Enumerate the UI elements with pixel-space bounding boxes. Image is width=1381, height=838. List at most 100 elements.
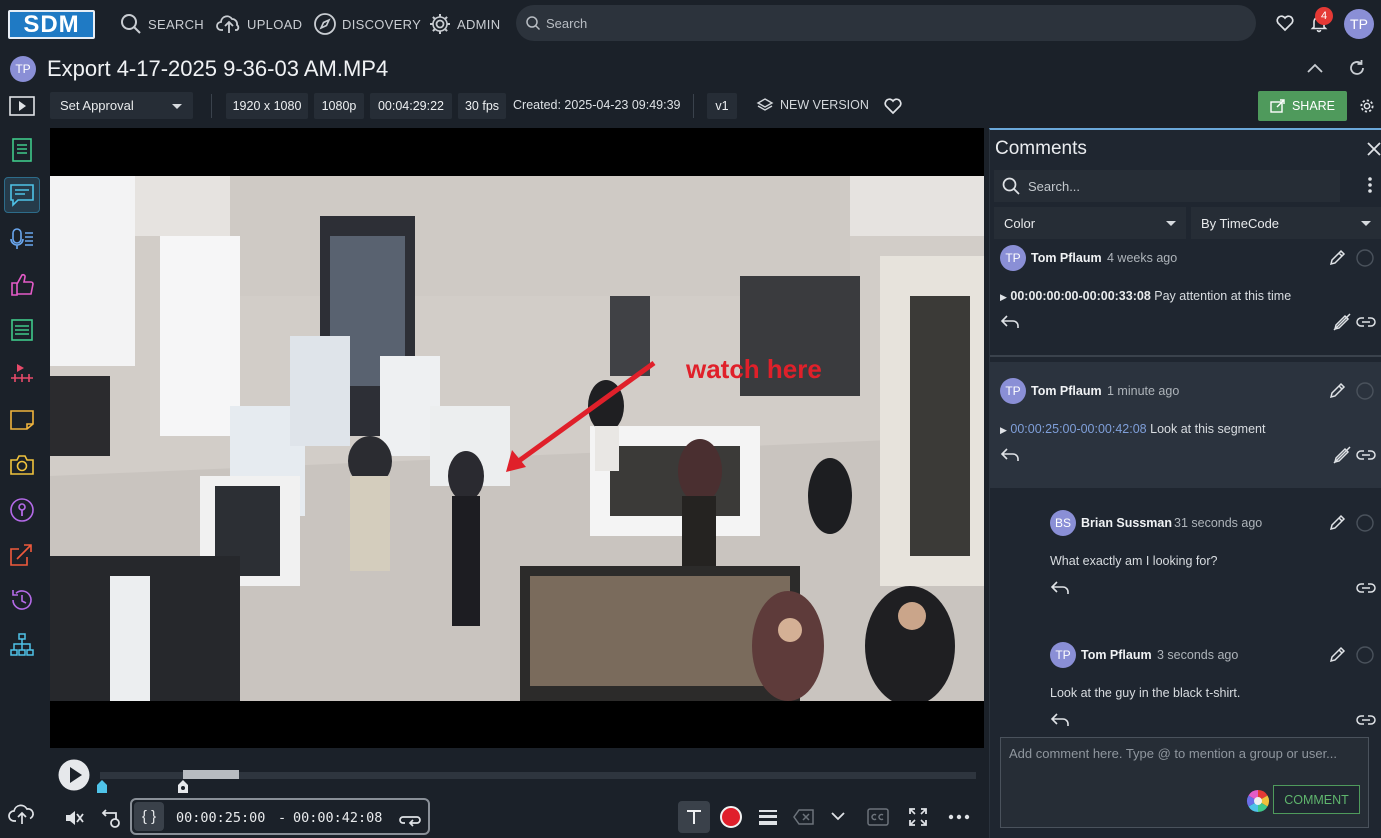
comment-time: 31 seconds ago — [1174, 516, 1263, 530]
global-search — [516, 5, 1256, 41]
video-frame[interactable]: watch here — [50, 176, 984, 701]
nav-search[interactable]: SEARCH — [119, 11, 204, 37]
playhead-marker[interactable] — [96, 780, 108, 794]
selected-range[interactable] — [183, 770, 239, 779]
sdm-logo[interactable]: SDM — [8, 10, 95, 39]
sort-select[interactable]: By TimeCode — [1191, 207, 1381, 239]
sidebar-approval[interactable] — [4, 267, 40, 303]
divider — [693, 94, 694, 118]
sidebar-hierarchy[interactable] — [4, 627, 40, 663]
sidebar-history[interactable] — [4, 582, 40, 618]
comment-text: What exactly am I looking for? — [1050, 554, 1218, 568]
edit-pencil-icon[interactable] — [1328, 514, 1346, 532]
select-circle[interactable] — [1356, 382, 1374, 400]
nav-admin[interactable]: ADMIN — [428, 11, 500, 37]
select-circle[interactable] — [1356, 249, 1374, 267]
stroke-width-icon[interactable] — [757, 808, 779, 826]
caret-down-icon — [1361, 221, 1371, 226]
color-picker-red-icon[interactable] — [719, 805, 743, 829]
heart-icon[interactable] — [1275, 13, 1295, 33]
link-icon[interactable] — [1356, 712, 1376, 728]
gear-icon — [430, 14, 450, 34]
sidebar-markers[interactable] — [4, 357, 40, 393]
comment-input[interactable] — [1009, 746, 1361, 790]
captions-icon[interactable] — [867, 808, 889, 826]
user-avatar[interactable]: TP — [1344, 9, 1374, 39]
edit-pencil-icon[interactable] — [1328, 249, 1346, 267]
loop-icon[interactable] — [399, 808, 421, 828]
link-icon[interactable] — [1356, 447, 1376, 463]
reply-item: BS Brian Sussman 31 seconds ago What exa… — [990, 502, 1381, 612]
link-icon[interactable] — [1356, 314, 1376, 330]
share-button[interactable]: SHARE — [1258, 91, 1347, 121]
version-chip[interactable]: v1 — [707, 93, 737, 119]
nav-upload[interactable]: UPLOAD — [216, 11, 302, 37]
sidebar-security[interactable] — [4, 492, 40, 528]
approval-select[interactable]: Set Approval — [50, 92, 193, 119]
approval-value: Set Approval — [60, 98, 134, 113]
annotation-hide-icon[interactable] — [1332, 312, 1352, 332]
chevron-up-icon[interactable] — [1305, 60, 1325, 76]
comment-timecode[interactable]: 00:00:00:00-00:00:33:08 — [1010, 289, 1150, 303]
reply-icon[interactable] — [1000, 447, 1020, 463]
divider — [990, 355, 1381, 357]
loop-settings-icon[interactable] — [100, 807, 122, 829]
sidebar-comments[interactable] — [4, 177, 40, 213]
list-icon — [11, 319, 33, 341]
camera-icon — [10, 455, 34, 475]
more-options-icon[interactable] — [948, 814, 970, 820]
edit-pencil-icon[interactable] — [1328, 646, 1346, 664]
refresh-icon[interactable] — [1347, 58, 1367, 78]
sidebar-details[interactable] — [4, 132, 40, 168]
comment-item: TP Tom Pflaum 4 weeks ago ▶ 00:00:00:00-… — [990, 243, 1381, 355]
duration-chip: 00:04:29:22 — [370, 93, 452, 119]
layers-icon — [756, 98, 774, 111]
comments-search-input[interactable] — [1028, 170, 1328, 202]
edit-pencil-icon[interactable] — [1328, 382, 1346, 400]
comments-search — [994, 170, 1340, 202]
range-start-marker[interactable] — [177, 780, 189, 794]
reply-icon[interactable] — [1000, 314, 1020, 330]
select-circle[interactable] — [1356, 646, 1374, 664]
player-mode-icon[interactable] — [9, 96, 35, 116]
color-filter-select[interactable]: Color — [994, 207, 1186, 239]
nav-upload-label: UPLOAD — [247, 16, 303, 32]
comment-submit-button[interactable]: COMMENT — [1273, 785, 1360, 814]
sidebar-transcript[interactable] — [4, 222, 40, 258]
comment-text: Look at this segment — [1150, 422, 1266, 436]
select-circle[interactable] — [1356, 514, 1374, 532]
comment-author: Brian Sussman — [1081, 516, 1173, 530]
mute-icon[interactable] — [63, 807, 85, 829]
sidebar-export[interactable] — [4, 537, 40, 573]
comment-timecode[interactable]: 00:00:25:00-00:00:42:08 — [1010, 422, 1146, 436]
global-search-input[interactable] — [546, 5, 1236, 41]
chevron-down-icon[interactable] — [830, 810, 846, 822]
top-navbar: SDM SEARCH UPLOAD DISCOVERY ADMIN 4 TP — [0, 0, 1381, 48]
play-icon[interactable] — [57, 758, 91, 792]
sidebar-metadata[interactable] — [4, 312, 40, 348]
comments-panel: Comments Color By TimeCode TP Tom Pflaum… — [989, 128, 1381, 838]
sidebar-upload[interactable] — [4, 796, 40, 832]
sidebar-notes[interactable] — [4, 402, 40, 438]
sidebar-snapshot[interactable] — [4, 447, 40, 483]
link-icon[interactable] — [1356, 580, 1376, 596]
play-triangle-icon[interactable]: ▶ — [1000, 292, 1007, 302]
cloud-upload-icon — [216, 15, 240, 33]
new-version-button[interactable]: NEW VERSION — [756, 97, 869, 113]
reply-icon[interactable] — [1050, 580, 1070, 596]
timeline-marker-icon — [11, 364, 33, 382]
annotation-hide-icon[interactable] — [1332, 445, 1352, 465]
color-wheel-icon[interactable] — [1246, 789, 1270, 813]
fullscreen-icon[interactable] — [908, 807, 928, 827]
clear-drawing-icon[interactable] — [793, 809, 815, 825]
range-brackets-button[interactable]: { } — [134, 802, 164, 831]
favorite-heart-icon[interactable] — [883, 96, 903, 116]
kebab-menu-icon[interactable] — [1368, 177, 1372, 193]
text-tool-button[interactable] — [678, 801, 710, 833]
nav-discovery[interactable]: DISCOVERY — [313, 11, 421, 37]
close-icon[interactable] — [1366, 141, 1381, 157]
nav-admin-label: ADMIN — [457, 16, 501, 32]
reply-icon[interactable] — [1050, 712, 1070, 728]
play-triangle-icon[interactable]: ▶ — [1000, 425, 1007, 435]
settings-gear-icon[interactable] — [1358, 97, 1376, 115]
